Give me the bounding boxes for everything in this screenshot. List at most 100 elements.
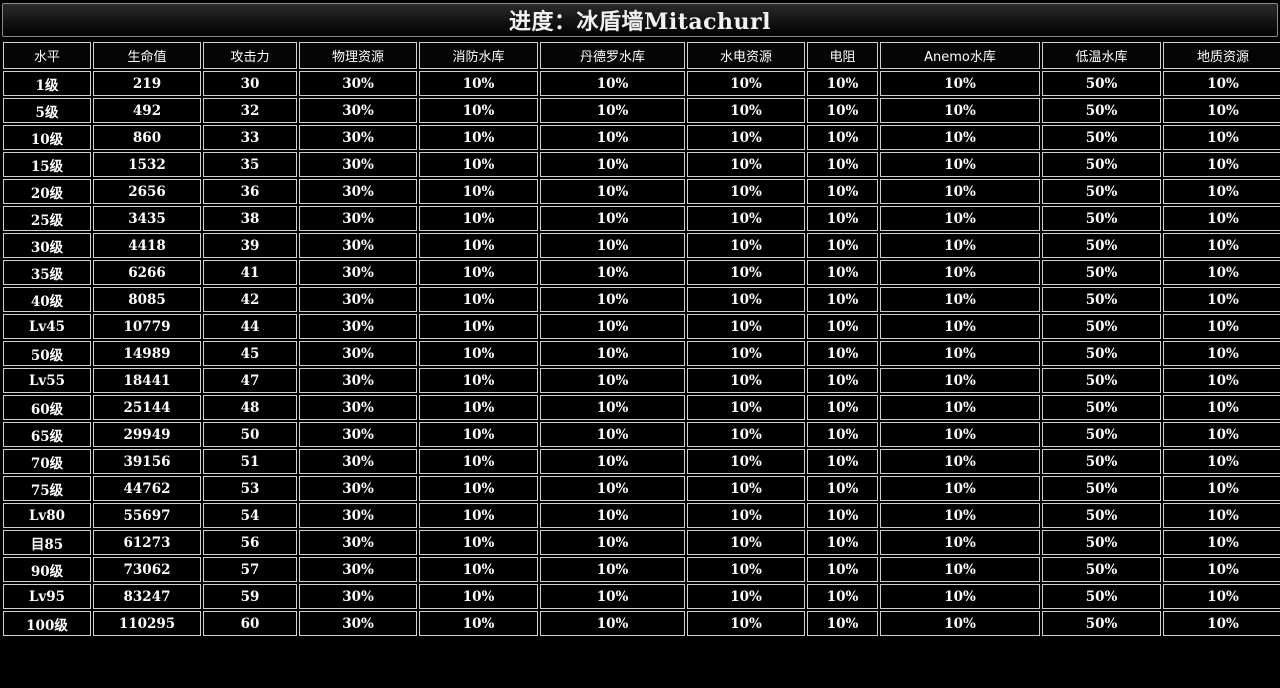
table-row: Lv45 10779 44 30% 10% 10% 10% 10% 10% 50% 10% [3, 314, 1280, 339]
table-cell: 50% [1042, 449, 1161, 474]
table-cell: 10% [1163, 584, 1280, 609]
table-cell: 30% [299, 260, 417, 285]
table-header: 水平 生命值 攻击力 物理资源 消防水库 丹德罗水库 水电资源 电阻 Anemo… [3, 42, 1280, 69]
table-cell: 50% [1042, 152, 1161, 177]
table-cell: 38 [203, 206, 297, 231]
table-cell: 10% [807, 314, 878, 339]
table-cell: 10% [687, 476, 805, 501]
table-cell: 10% [419, 368, 538, 393]
table-cell: 10% [687, 125, 805, 150]
table-cell: 10% [419, 422, 538, 447]
table-cell: 10% [687, 314, 805, 339]
table-cell: 10% [687, 179, 805, 204]
table-cell: 10% [807, 503, 878, 528]
table-cell: 10% [419, 206, 538, 231]
table-cell: 10% [540, 260, 685, 285]
table-cell: 8085 [93, 287, 201, 312]
table-cell: 10% [540, 179, 685, 204]
table-cell: 10% [1163, 260, 1280, 285]
table-row: 100级 110295 60 30% 10% 10% 10% 10% 10% 50% 10% [3, 611, 1280, 636]
table-cell: 10% [419, 98, 538, 123]
table-cell: 10% [880, 125, 1040, 150]
table-cell: 10% [807, 71, 878, 96]
table-cell: 10% [807, 422, 878, 447]
header-cryo-res: 低温水库 [1042, 42, 1161, 69]
table-cell: 10% [807, 530, 878, 555]
table-cell: 10% [540, 584, 685, 609]
table-cell: 50级 [3, 341, 91, 366]
table-cell: 44762 [93, 476, 201, 501]
table-cell: 10% [419, 395, 538, 420]
header-hp: 生命值 [93, 42, 201, 69]
table-cell: 10% [1163, 395, 1280, 420]
table-cell: 42 [203, 287, 297, 312]
table-cell: 29949 [93, 422, 201, 447]
table-cell: 10% [880, 71, 1040, 96]
table-cell: 30% [299, 611, 417, 636]
table-cell: 10% [687, 395, 805, 420]
table-row: 75级 44762 53 30% 10% 10% 10% 10% 10% 50% 10% [3, 476, 1280, 501]
table-cell: 33 [203, 125, 297, 150]
table-cell: 50% [1042, 584, 1161, 609]
table-row: Lv55 18441 47 30% 10% 10% 10% 10% 10% 50% 10% [3, 368, 1280, 393]
table-cell: Lv45 [3, 314, 91, 339]
table-cell: 14989 [93, 341, 201, 366]
header-row: 水平 生命值 攻击力 物理资源 消防水库 丹德罗水库 水电资源 电阻 Anemo… [3, 42, 1280, 69]
table-cell: 10% [807, 341, 878, 366]
table-cell: 10% [880, 233, 1040, 258]
table-cell: 10% [540, 341, 685, 366]
table-cell: 10% [540, 287, 685, 312]
table-cell: 44 [203, 314, 297, 339]
table-cell: 51 [203, 449, 297, 474]
table-cell: 10% [687, 368, 805, 393]
table-cell: 110295 [93, 611, 201, 636]
page-title: 进度：冰盾墙Mitachurl [2, 3, 1278, 37]
table-cell: 18441 [93, 368, 201, 393]
table-cell: 30% [299, 314, 417, 339]
table-row: 5级 492 32 30% 10% 10% 10% 10% 10% 50% 10% [3, 98, 1280, 123]
page: 进度：冰盾墙Mitachurl 水平 生命值 攻击力 物理资源 消防水库 丹德罗… [0, 0, 1280, 688]
table-cell: 10% [807, 368, 878, 393]
table-row: 30级 4418 39 30% 10% 10% 10% 10% 10% 50% 10% [3, 233, 1280, 258]
table-cell: 70级 [3, 449, 91, 474]
table-cell: 56 [203, 530, 297, 555]
table-cell: 10% [807, 179, 878, 204]
table-cell: 10% [687, 206, 805, 231]
table-cell: 54 [203, 503, 297, 528]
table-cell: 10% [419, 449, 538, 474]
table-cell: 10% [1163, 449, 1280, 474]
table-cell: 10% [419, 611, 538, 636]
table-cell: Lv95 [3, 584, 91, 609]
table-row: 40级 8085 42 30% 10% 10% 10% 10% 10% 50% 10% [3, 287, 1280, 312]
table-cell: 30% [299, 179, 417, 204]
table-cell: 10% [1163, 71, 1280, 96]
table-cell: 50% [1042, 125, 1161, 150]
table-cell: 10% [880, 584, 1040, 609]
table-cell: 10% [540, 98, 685, 123]
table-row: 目85 61273 56 30% 10% 10% 10% 10% 10% 50% 10% [3, 530, 1280, 555]
table-cell: 10% [419, 530, 538, 555]
table-cell: 10% [880, 287, 1040, 312]
table-cell: 10% [687, 584, 805, 609]
table-row: 1级 219 30 30% 10% 10% 10% 10% 10% 50% 10% [3, 71, 1280, 96]
table-cell: 219 [93, 71, 201, 96]
table-cell: 10级 [3, 125, 91, 150]
table-cell: 10% [687, 71, 805, 96]
stats-table: 水平 生命值 攻击力 物理资源 消防水库 丹德罗水库 水电资源 电阻 Anemo… [1, 40, 1280, 638]
table-cell: 30% [299, 287, 417, 312]
table-cell: 30% [299, 395, 417, 420]
table-cell: 10% [1163, 152, 1280, 177]
table-cell: 10% [687, 233, 805, 258]
table-cell: 10% [419, 476, 538, 501]
table-cell: 10% [419, 314, 538, 339]
table-cell: 10% [540, 476, 685, 501]
table-cell: 60 [203, 611, 297, 636]
table-cell: 45 [203, 341, 297, 366]
table-cell: 10% [1163, 125, 1280, 150]
table-cell: 10% [807, 125, 878, 150]
table-cell: 20级 [3, 179, 91, 204]
table-cell: 10% [880, 476, 1040, 501]
table-cell: 10% [419, 557, 538, 582]
table-cell: 10% [880, 314, 1040, 339]
table-cell: 50% [1042, 71, 1161, 96]
